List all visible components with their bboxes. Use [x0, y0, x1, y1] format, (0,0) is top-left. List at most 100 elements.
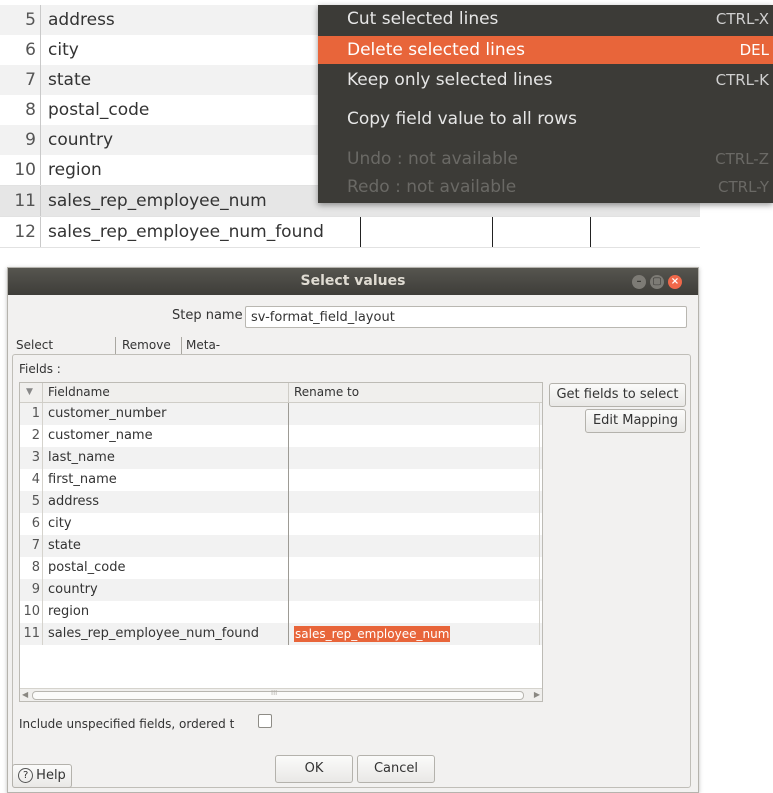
menu-item-shortcut: DEL: [739, 41, 769, 59]
row-number: 5: [31, 494, 40, 509]
menu-item-shortcut: CTRL-K: [715, 71, 769, 89]
tab-select-alter[interactable]: Select & Alter: [13, 335, 56, 392]
menu-item-keep-only[interactable]: Keep only selected lines CTRL-K: [318, 66, 773, 94]
minimize-icon[interactable]: –: [632, 275, 646, 289]
get-fields-button[interactable]: Get fields to select: [549, 383, 686, 407]
dialog-title: Select values: [300, 273, 406, 289]
dialog-titlebar[interactable]: Select values – ▢ ×: [8, 268, 698, 295]
edit-mapping-button[interactable]: Edit Mapping: [585, 409, 686, 433]
row-number: 8: [31, 560, 40, 575]
menu-item-shortcut: CTRL-X: [715, 10, 769, 28]
table-row[interactable]: 10 region: [20, 601, 542, 623]
table-row[interactable]: 3 last_name: [20, 447, 542, 469]
menu-item-cut[interactable]: Cut selected lines CTRL-X: [318, 5, 773, 33]
column-divider: [492, 217, 493, 247]
help-button[interactable]: ? Help: [12, 764, 72, 788]
fieldname-cell[interactable]: country: [48, 579, 98, 601]
tab-remove[interactable]: Remove: [119, 335, 174, 355]
table-row[interactable]: 11 sales_rep_employee_num_found sales_re…: [20, 623, 542, 645]
context-menu: Cut selected lines CTRL-X Delete selecte…: [318, 5, 773, 203]
column-divider: [539, 403, 540, 645]
rename-cell[interactable]: [294, 604, 296, 620]
menu-item-redo: Redo : not available CTRL-Y: [318, 173, 773, 201]
rename-cell[interactable]: [294, 538, 296, 554]
table-row[interactable]: 9 country: [20, 579, 542, 601]
menu-item-undo: Undo : not available CTRL-Z: [318, 145, 773, 173]
column-divider: [40, 217, 41, 247]
row-number: 10: [14, 160, 36, 180]
menu-item-delete[interactable]: Delete selected lines DEL: [318, 36, 773, 64]
table-row[interactable]: 2 customer_name: [20, 425, 542, 447]
row-number: 7: [31, 538, 40, 553]
table-row[interactable]: 5 address: [20, 491, 542, 513]
close-icon[interactable]: ×: [668, 275, 682, 289]
menu-item-shortcut: CTRL-Z: [715, 150, 769, 168]
table-row[interactable]: 6 city: [20, 513, 542, 535]
rename-cell[interactable]: [294, 450, 296, 466]
row-number: 5: [25, 10, 36, 30]
column-divider: [40, 95, 41, 125]
row-number: 8: [25, 100, 36, 120]
field-name: country: [48, 130, 114, 150]
fieldname-cell[interactable]: region: [48, 601, 89, 623]
table-row[interactable]: 4 first_name: [20, 469, 542, 491]
field-name: sales_rep_employee_num: [48, 191, 267, 211]
table-row[interactable]: 7 state: [20, 535, 542, 557]
column-divider: [590, 217, 591, 247]
row-number: 11: [14, 191, 36, 211]
row-number: 1: [31, 406, 40, 421]
grid-row[interactable]: 12 sales_rep_employee_num_found: [0, 217, 700, 248]
row-number: 9: [31, 582, 40, 597]
menu-item-label: Cut selected lines: [347, 9, 499, 29]
horizontal-scrollbar[interactable]: ◀ III ▶: [20, 688, 542, 701]
column-divider: [40, 155, 41, 185]
maximize-icon[interactable]: ▢: [650, 275, 664, 289]
tab-meta-data[interactable]: Meta-data: [183, 335, 223, 372]
fieldname-cell[interactable]: city: [48, 513, 72, 535]
ok-button[interactable]: OK: [275, 755, 353, 783]
fieldname-cell[interactable]: state: [48, 535, 81, 557]
rename-cell[interactable]: [294, 516, 296, 532]
rename-cell[interactable]: [294, 560, 296, 576]
fieldname-cell[interactable]: first_name: [48, 469, 117, 491]
menu-item-label: Undo : not available: [347, 149, 518, 169]
step-name-input[interactable]: sv-format_field_layout: [245, 306, 687, 328]
rename-cell-editing[interactable]: sales_rep_employee_num: [294, 626, 451, 642]
fieldname-cell[interactable]: address: [48, 491, 99, 513]
menu-item-copy-field-value[interactable]: Copy field value to all rows: [318, 105, 773, 133]
include-unspecified-label: Include unspecified fields, ordered t: [19, 717, 235, 731]
fieldname-cell[interactable]: sales_rep_employee_num_found: [48, 623, 259, 645]
column-divider: [40, 125, 41, 155]
table-header: ▼ Fieldname Rename to: [20, 383, 542, 403]
row-number: 2: [31, 428, 40, 443]
row-number: 10: [23, 604, 40, 619]
column-header-rename[interactable]: Rename to: [294, 383, 359, 402]
rename-cell[interactable]: [294, 428, 296, 444]
column-header-fieldname[interactable]: Fieldname: [48, 383, 110, 402]
menu-item-label: Keep only selected lines: [347, 70, 553, 90]
sort-arrow-icon[interactable]: ▼: [26, 383, 33, 402]
scroll-right-icon[interactable]: ▶: [534, 689, 540, 701]
field-name: region: [48, 160, 102, 180]
scrollbar-thumb[interactable]: III: [32, 689, 524, 700]
scroll-left-icon[interactable]: ◀: [22, 689, 28, 701]
table-row[interactable]: 8 postal_code: [20, 557, 542, 579]
column-divider: [42, 383, 43, 402]
menu-item-label: Redo : not available: [347, 177, 517, 197]
scroll-grip: III: [271, 689, 278, 697]
menu-item-label: Delete selected lines: [347, 40, 525, 60]
column-divider: [42, 403, 43, 645]
rename-cell[interactable]: [294, 472, 296, 488]
column-divider: [40, 5, 41, 35]
cancel-button[interactable]: Cancel: [357, 755, 435, 783]
rename-cell[interactable]: [294, 582, 296, 598]
row-number: 9: [25, 130, 36, 150]
fieldname-cell[interactable]: postal_code: [48, 557, 126, 579]
fieldname-cell[interactable]: customer_name: [48, 425, 153, 447]
table-row[interactable]: 1 customer_number: [20, 403, 542, 425]
include-unspecified-checkbox[interactable]: [258, 714, 272, 728]
rename-cell[interactable]: [294, 406, 296, 422]
fieldname-cell[interactable]: customer_number: [48, 403, 166, 425]
fieldname-cell[interactable]: last_name: [48, 447, 115, 469]
rename-cell[interactable]: [294, 494, 296, 510]
